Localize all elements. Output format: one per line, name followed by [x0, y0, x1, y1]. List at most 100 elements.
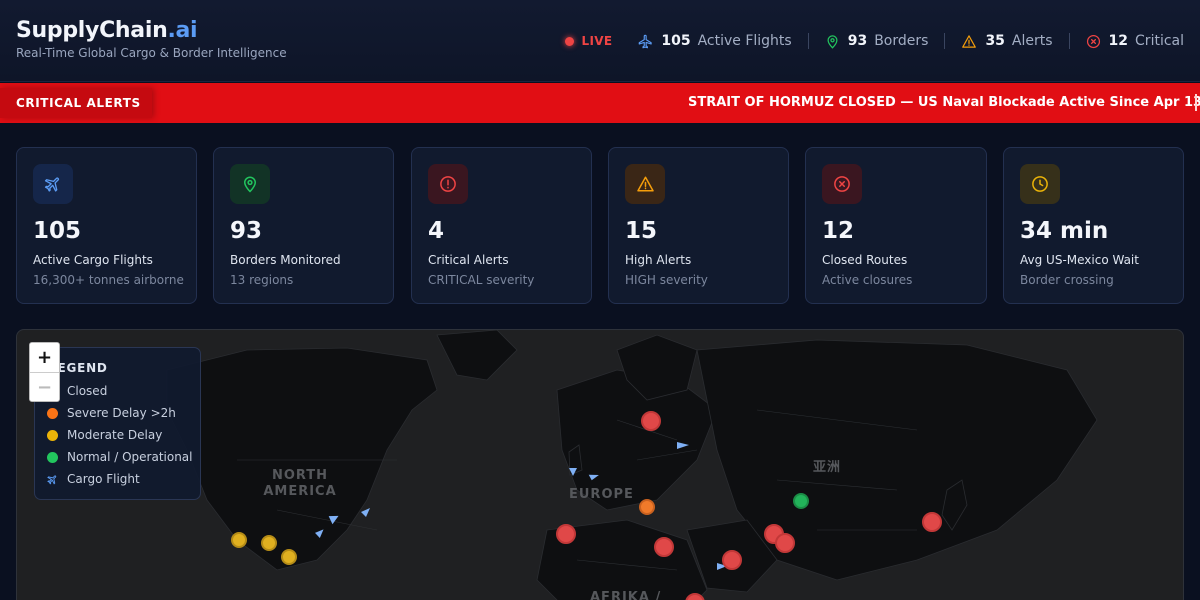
green-dot-icon [47, 451, 58, 463]
border-marker-severe[interactable] [639, 499, 655, 515]
card-active-flights[interactable]: 105 Active Cargo Flights 16,300+ tonnes … [16, 147, 197, 304]
card-avg-wait[interactable]: 34 min Avg US-Mexico Wait Border crossin… [1003, 147, 1184, 304]
border-marker-closed[interactable] [922, 512, 942, 532]
stat-alerts: 35 Alerts [961, 33, 1053, 49]
stat-critical: 12 Critical [1086, 33, 1184, 49]
brand-subtitle: Real-Time Global Cargo & Border Intellig… [16, 46, 287, 60]
map-label-asia: 亚洲 [813, 460, 842, 475]
legend-label: Normal / Operational [67, 450, 193, 464]
plane-icon [47, 474, 57, 484]
x-circle-icon [1086, 34, 1100, 48]
map-label-africa: AFRIKA / [590, 590, 662, 600]
border-marker-closed[interactable] [722, 550, 742, 570]
card-closed-routes[interactable]: 12 Closed Routes Active closures [805, 147, 987, 304]
stat-label: Borders [874, 33, 929, 49]
card-value: 12 [822, 218, 855, 244]
card-icon [625, 164, 665, 204]
card-label: Critical Alerts [428, 253, 509, 267]
stat-value: 12 [1108, 33, 1129, 49]
legend-label: Moderate Delay [67, 428, 163, 442]
card-subtext: Border crossing [1020, 273, 1114, 287]
card-value: 15 [625, 218, 658, 244]
alert-ticker-text[interactable]: STRAIT OF HORMUZ CLOSED — US Naval Block… [688, 95, 1200, 110]
stat-label: Alerts [1011, 33, 1053, 49]
critical-alerts-banner: CRITICAL ALERTS STRAIT OF HORMUZ CLOSED … [0, 83, 1200, 123]
card-subtext: HIGH severity [625, 273, 708, 287]
card-icon [230, 164, 270, 204]
legend-item-moderate: Moderate Delay [47, 428, 162, 442]
stat-label: Active Flights [697, 33, 792, 49]
card-label: High Alerts [625, 253, 692, 267]
stat-active-flights: 105 Active Flights [638, 33, 792, 49]
card-label: Closed Routes [822, 253, 908, 267]
border-marker-moderate[interactable] [281, 549, 297, 565]
card-icon [822, 164, 862, 204]
legend-label: Severe Delay >2h [67, 406, 176, 420]
warning-icon [636, 176, 654, 192]
orange-dot-icon [47, 407, 58, 419]
live-dot-icon [564, 36, 574, 46]
legend-item-flight: Cargo Flight [47, 472, 140, 486]
border-marker-closed[interactable] [654, 537, 674, 557]
brand-name: SupplyChain [16, 18, 168, 43]
plane-icon [639, 34, 653, 48]
card-value: 4 [428, 218, 445, 244]
card-icon [33, 164, 73, 204]
map-label-europe: EUROPE [569, 487, 634, 502]
border-marker-normal[interactable] [793, 493, 809, 509]
ticker-separator [1195, 94, 1197, 111]
stat-label: Critical [1135, 33, 1184, 49]
clock-icon [1032, 176, 1048, 192]
world-map[interactable]: NORTH AMERICA EUROPE 亚洲 AFRIKA / LEGEND … [16, 329, 1184, 600]
card-value: 105 [33, 218, 82, 244]
card-subtext: CRITICAL severity [428, 273, 535, 287]
alert-circle-icon [440, 176, 456, 192]
stat-value: 93 [847, 33, 868, 49]
plane-icon [44, 177, 60, 192]
card-label: Borders Monitored [230, 253, 341, 267]
zoom-in-button[interactable]: + [30, 343, 59, 372]
legend-label: Closed [67, 384, 108, 398]
map-pin-icon [827, 34, 838, 49]
border-marker-moderate[interactable] [261, 535, 277, 551]
legend-item-normal: Normal / Operational [47, 450, 193, 464]
border-marker-closed[interactable] [775, 533, 795, 553]
card-high-alerts[interactable]: 15 High Alerts HIGH severity [608, 147, 789, 304]
card-subtext: Active closures [822, 273, 913, 287]
card-borders-monitored[interactable]: 93 Borders Monitored 13 regions [213, 147, 394, 304]
stat-borders: 93 Borders [825, 33, 929, 49]
yellow-dot-icon [47, 429, 58, 441]
brand-accent: .ai [167, 18, 198, 43]
card-label: Active Cargo Flights [33, 253, 153, 267]
card-value: 34 min [1020, 218, 1109, 244]
card-label: Avg US-Mexico Wait [1020, 253, 1139, 267]
warning-icon [962, 34, 977, 48]
live-label: LIVE [581, 34, 613, 48]
card-critical-alerts[interactable]: 4 Critical Alerts CRITICAL severity [411, 147, 592, 304]
divider [944, 33, 946, 49]
legend-item-severe: Severe Delay >2h [47, 406, 176, 420]
stat-value: 35 [985, 33, 1005, 49]
card-icon [428, 164, 468, 204]
card-subtext: 16,300+ tonnes airborne [33, 273, 184, 287]
map-pin-icon [243, 176, 257, 193]
live-indicator: LIVE [564, 34, 613, 48]
stat-value: 105 [661, 33, 691, 49]
app-header: SupplyChain.ai Real-Time Global Cargo & … [0, 0, 1200, 82]
divider [1068, 33, 1070, 49]
divider [807, 33, 809, 49]
legend-label: Cargo Flight [67, 472, 140, 486]
brand: SupplyChain.ai Real-Time Global Cargo & … [16, 18, 287, 60]
zoom-out-button[interactable]: − [30, 372, 59, 401]
card-subtext: 13 regions [230, 273, 294, 287]
critical-alerts-tag: CRITICAL ALERTS [0, 88, 152, 118]
map-label-north-america: NORTH AMERICA [263, 468, 337, 499]
border-marker-closed[interactable] [641, 411, 661, 431]
card-icon [1020, 164, 1060, 204]
card-value: 93 [230, 218, 263, 244]
border-marker-closed[interactable] [556, 524, 576, 544]
x-circle-icon [834, 176, 850, 192]
border-marker-moderate[interactable] [231, 532, 247, 548]
header-stats: LIVE 105 Active Flights 93 Borders 35 Al… [564, 30, 1184, 52]
brand-title[interactable]: SupplyChain.ai [16, 18, 287, 43]
